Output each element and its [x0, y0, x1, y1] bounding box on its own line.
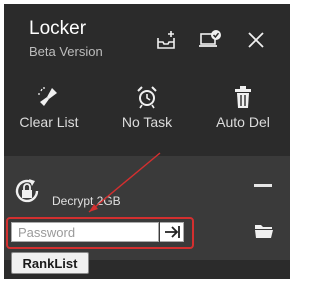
add-file-button[interactable]: [152, 26, 180, 54]
locked-item: Decrypt 2GB: [4, 156, 290, 260]
refresh-lock-icon: [15, 179, 39, 203]
collapse-button[interactable]: [254, 184, 272, 187]
device-check-button[interactable]: [196, 26, 224, 54]
broom-icon: [38, 87, 57, 106]
locker-window: Locker Beta Version Clear List No Task A…: [4, 4, 290, 279]
tray-plus-icon: [157, 31, 175, 49]
password-submit-button[interactable]: [160, 222, 184, 242]
no-task-label: No Task: [121, 114, 173, 130]
trash-icon: [235, 86, 251, 108]
laptop-check-icon: [199, 30, 221, 47]
clear-list-button[interactable]: Clear List: [4, 84, 94, 130]
close-icon: [248, 32, 264, 48]
app-title: Locker: [29, 18, 87, 39]
toolbar: Clear List No Task Auto Del: [4, 76, 290, 146]
app-subtitle: Beta Version: [29, 44, 103, 59]
item-description: Decrypt 2GB: [52, 194, 121, 208]
item-name: [52, 173, 252, 186]
alarm-clock-icon: [137, 86, 157, 109]
open-folder-button[interactable]: [254, 222, 274, 245]
auto-del-button[interactable]: Auto Del: [198, 84, 288, 130]
no-task-button[interactable]: No Task: [102, 84, 192, 130]
folder-icon: [255, 225, 273, 238]
ranklist-tooltip: RankList: [11, 252, 89, 274]
clear-list-label: Clear List: [19, 114, 79, 130]
locked-item-icon: [12, 176, 42, 211]
header: Locker Beta Version: [4, 4, 290, 76]
auto-del-label: Auto Del: [216, 114, 270, 130]
password-input[interactable]: [11, 222, 159, 242]
arrow-right-icon: [164, 226, 180, 238]
close-button[interactable]: [242, 26, 270, 54]
